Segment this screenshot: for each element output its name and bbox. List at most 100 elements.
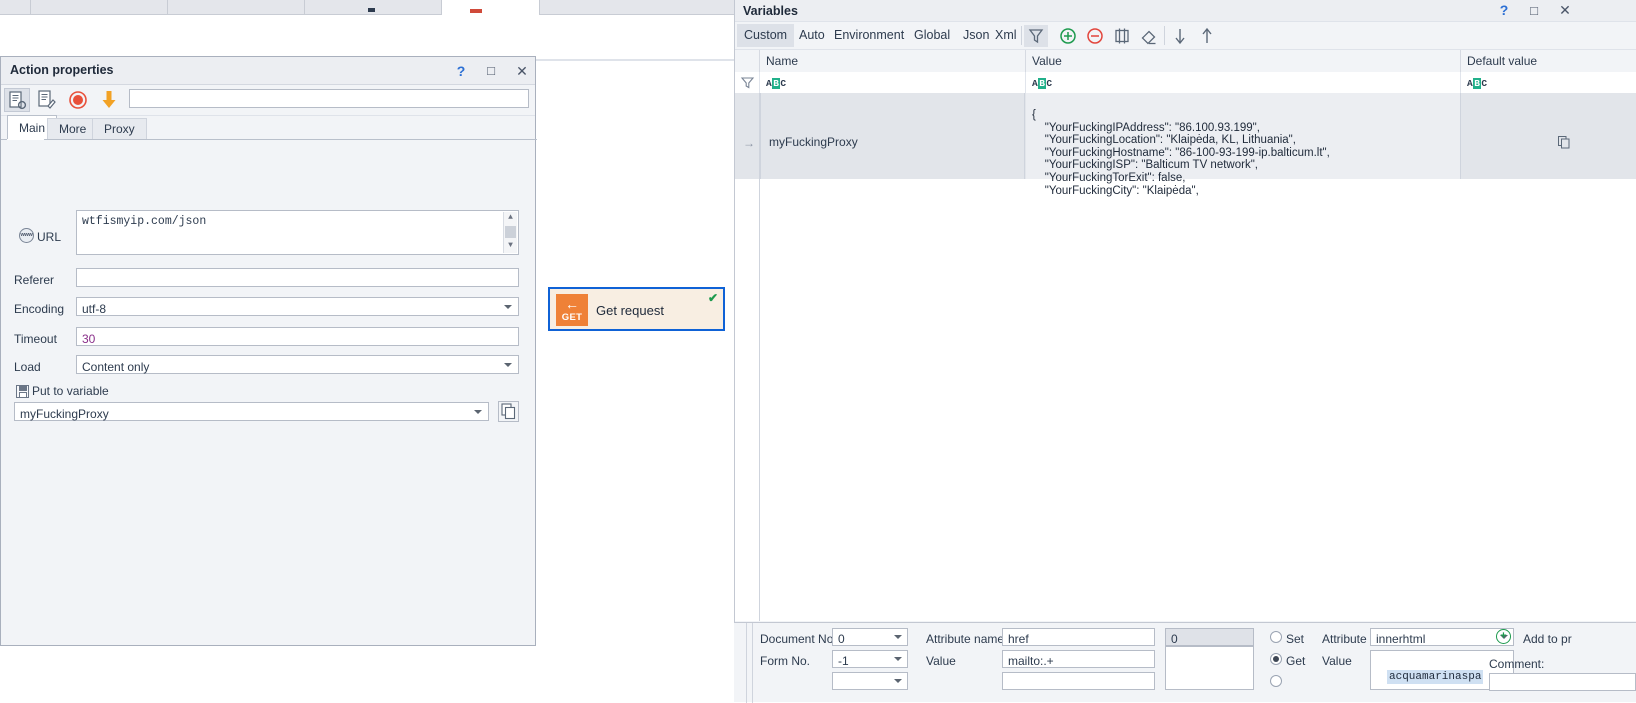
download-arrow-icon[interactable] [96, 88, 122, 112]
add-icon[interactable]: + [1496, 629, 1511, 644]
bg-tab-marker [368, 8, 375, 12]
maximize-icon[interactable]: □ [481, 61, 501, 81]
cell-variable-name[interactable]: myFuckingProxy [760, 93, 1025, 179]
attribute-value: innerhtml [1376, 632, 1426, 646]
column-header-default-value[interactable]: Default value [1461, 50, 1636, 72]
extra-value-input[interactable] [1002, 672, 1155, 690]
index-value-field[interactable]: 0 [1165, 628, 1254, 646]
chevron-down-icon[interactable] [474, 409, 482, 414]
variables-title: Variables [743, 4, 798, 18]
variable-value-json: { "YourFuckingIPAddress": "86.100.93.199… [1032, 109, 1330, 197]
document-edit-icon[interactable] [34, 88, 60, 112]
abc-icon: ABC [1467, 78, 1488, 89]
index-list-box[interactable] [1165, 646, 1254, 690]
filter-name-input[interactable]: ABC [760, 72, 1026, 93]
form-no-select[interactable]: -1 [832, 650, 908, 668]
put-to-variable-label: Put to variable [32, 384, 109, 398]
timeout-input[interactable]: 30 [76, 327, 519, 346]
column-header-name[interactable]: Name [760, 50, 1026, 72]
get-radio[interactable] [1270, 653, 1282, 665]
flow-node-get-request[interactable]: ← GET Get request ✔ [548, 287, 725, 331]
load-select[interactable]: Content only [76, 355, 519, 374]
scroll-up-icon[interactable]: ▲ [504, 212, 517, 225]
url-scrollbar[interactable]: ▲ ▼ [503, 212, 517, 253]
help-icon[interactable]: ? [451, 61, 471, 81]
tab-custom[interactable]: Custom [737, 24, 795, 47]
table-row[interactable]: → myFuckingProxy { "YourFuckingIPAddress… [735, 93, 1636, 197]
eraser-icon[interactable] [1137, 25, 1161, 47]
flow-node-label: Get request [596, 303, 664, 318]
record-icon[interactable] [65, 88, 91, 112]
action-name-input[interactable] [129, 89, 529, 108]
variables-tabs: Custom Auto Environment Global Json Xml [735, 22, 1636, 50]
chevron-down-icon[interactable] [894, 679, 902, 683]
variables-filter-row: ABC ABC ABC [735, 72, 1636, 94]
set-radio[interactable] [1270, 631, 1282, 643]
tab-proxy[interactable]: Proxy [92, 118, 147, 139]
form-no-label: Form No. [760, 654, 811, 668]
put-to-variable-select[interactable]: myFuckingProxy [14, 402, 489, 421]
strip-divider [752, 623, 753, 703]
attribute-select[interactable]: innerhtml [1370, 628, 1514, 646]
add-to-project-label[interactable]: Add to pr [1523, 632, 1572, 646]
add-icon[interactable] [1056, 25, 1080, 47]
close-icon[interactable]: ✕ [512, 61, 532, 81]
index-value-text: 0 [1171, 632, 1178, 646]
move-down-icon[interactable] [1168, 25, 1192, 47]
timeout-value: 30 [82, 332, 96, 346]
tab-auto[interactable]: Auto [792, 24, 832, 47]
scroll-down-icon[interactable]: ▼ [504, 240, 517, 253]
comment-input[interactable] [1489, 673, 1636, 691]
move-up-icon[interactable] [1195, 25, 1219, 47]
filter-icon[interactable] [1024, 25, 1048, 47]
url-input[interactable]: wtfismyip.com/json ▲ ▼ [76, 210, 519, 255]
attr-value-highlight: acquamarinaspa [1387, 670, 1484, 684]
tab-xml[interactable]: Xml [988, 24, 1024, 47]
extra-select[interactable] [832, 672, 908, 690]
copy-variable-button[interactable] [498, 401, 519, 422]
value-label: Value [926, 654, 956, 668]
variables-grid-body: → myFuckingProxy { "YourFuckingIPAddress… [735, 93, 1636, 621]
chevron-down-icon[interactable] [894, 635, 902, 639]
check-icon: ✔ [707, 291, 718, 305]
action-properties-titlebar: Action properties ? □ ✕ [1, 57, 535, 85]
chevron-down-icon[interactable] [504, 362, 512, 367]
document-settings-icon[interactable] [4, 88, 30, 112]
put-to-variable-value: myFuckingProxy [20, 407, 109, 421]
maximize-icon[interactable]: □ [1524, 1, 1544, 20]
filter-default-value-input[interactable]: ABC [1461, 72, 1636, 93]
timeout-label: Timeout [14, 332, 57, 346]
cell-variable-value[interactable]: { "YourFuckingIPAddress": "86.100.93.199… [1026, 93, 1461, 197]
cell-default-value[interactable] [1461, 93, 1636, 179]
abc-icon: ABC [1032, 78, 1053, 89]
value-input[interactable]: mailto:.+ [1002, 650, 1155, 668]
close-icon[interactable]: ✕ [1555, 1, 1575, 20]
encoding-select[interactable]: utf-8 [76, 297, 519, 316]
comment-label: Comment: [1489, 657, 1545, 671]
variables-panel: Variables ? □ ✕ Custom Auto Environment … [734, 0, 1636, 702]
columns-icon[interactable] [1110, 25, 1134, 47]
tab-environment[interactable]: Environment [827, 24, 911, 47]
variable-name-text: myFuckingProxy [769, 135, 858, 149]
filter-value-input[interactable]: ABC [1026, 72, 1461, 93]
attr-value-label: Value [1322, 654, 1352, 668]
strip-divider [746, 623, 747, 703]
attribute-name-input[interactable]: href [1002, 628, 1155, 646]
tab-global[interactable]: Global [907, 24, 957, 47]
globe-icon: www [19, 228, 34, 243]
document-no-select[interactable]: 0 [832, 628, 908, 646]
third-radio[interactable] [1270, 675, 1282, 687]
scroll-thumb[interactable] [505, 226, 516, 238]
tab-more[interactable]: More [47, 118, 99, 139]
action-properties-tabs: Main More Proxy [1, 115, 537, 139]
filter-row-toggle[interactable] [735, 72, 760, 93]
referer-input[interactable] [76, 268, 519, 287]
bg-tab-segment [0, 0, 31, 14]
column-header-value[interactable]: Value [1026, 50, 1461, 72]
bottom-properties-strip: Document No. 0 Form No. -1 Attribute nam… [734, 622, 1636, 703]
help-icon[interactable]: ? [1494, 1, 1514, 20]
chevron-down-icon[interactable] [504, 304, 512, 309]
copy-value-icon[interactable] [1557, 135, 1571, 149]
chevron-down-icon[interactable] [894, 657, 902, 661]
remove-icon[interactable] [1083, 25, 1107, 47]
